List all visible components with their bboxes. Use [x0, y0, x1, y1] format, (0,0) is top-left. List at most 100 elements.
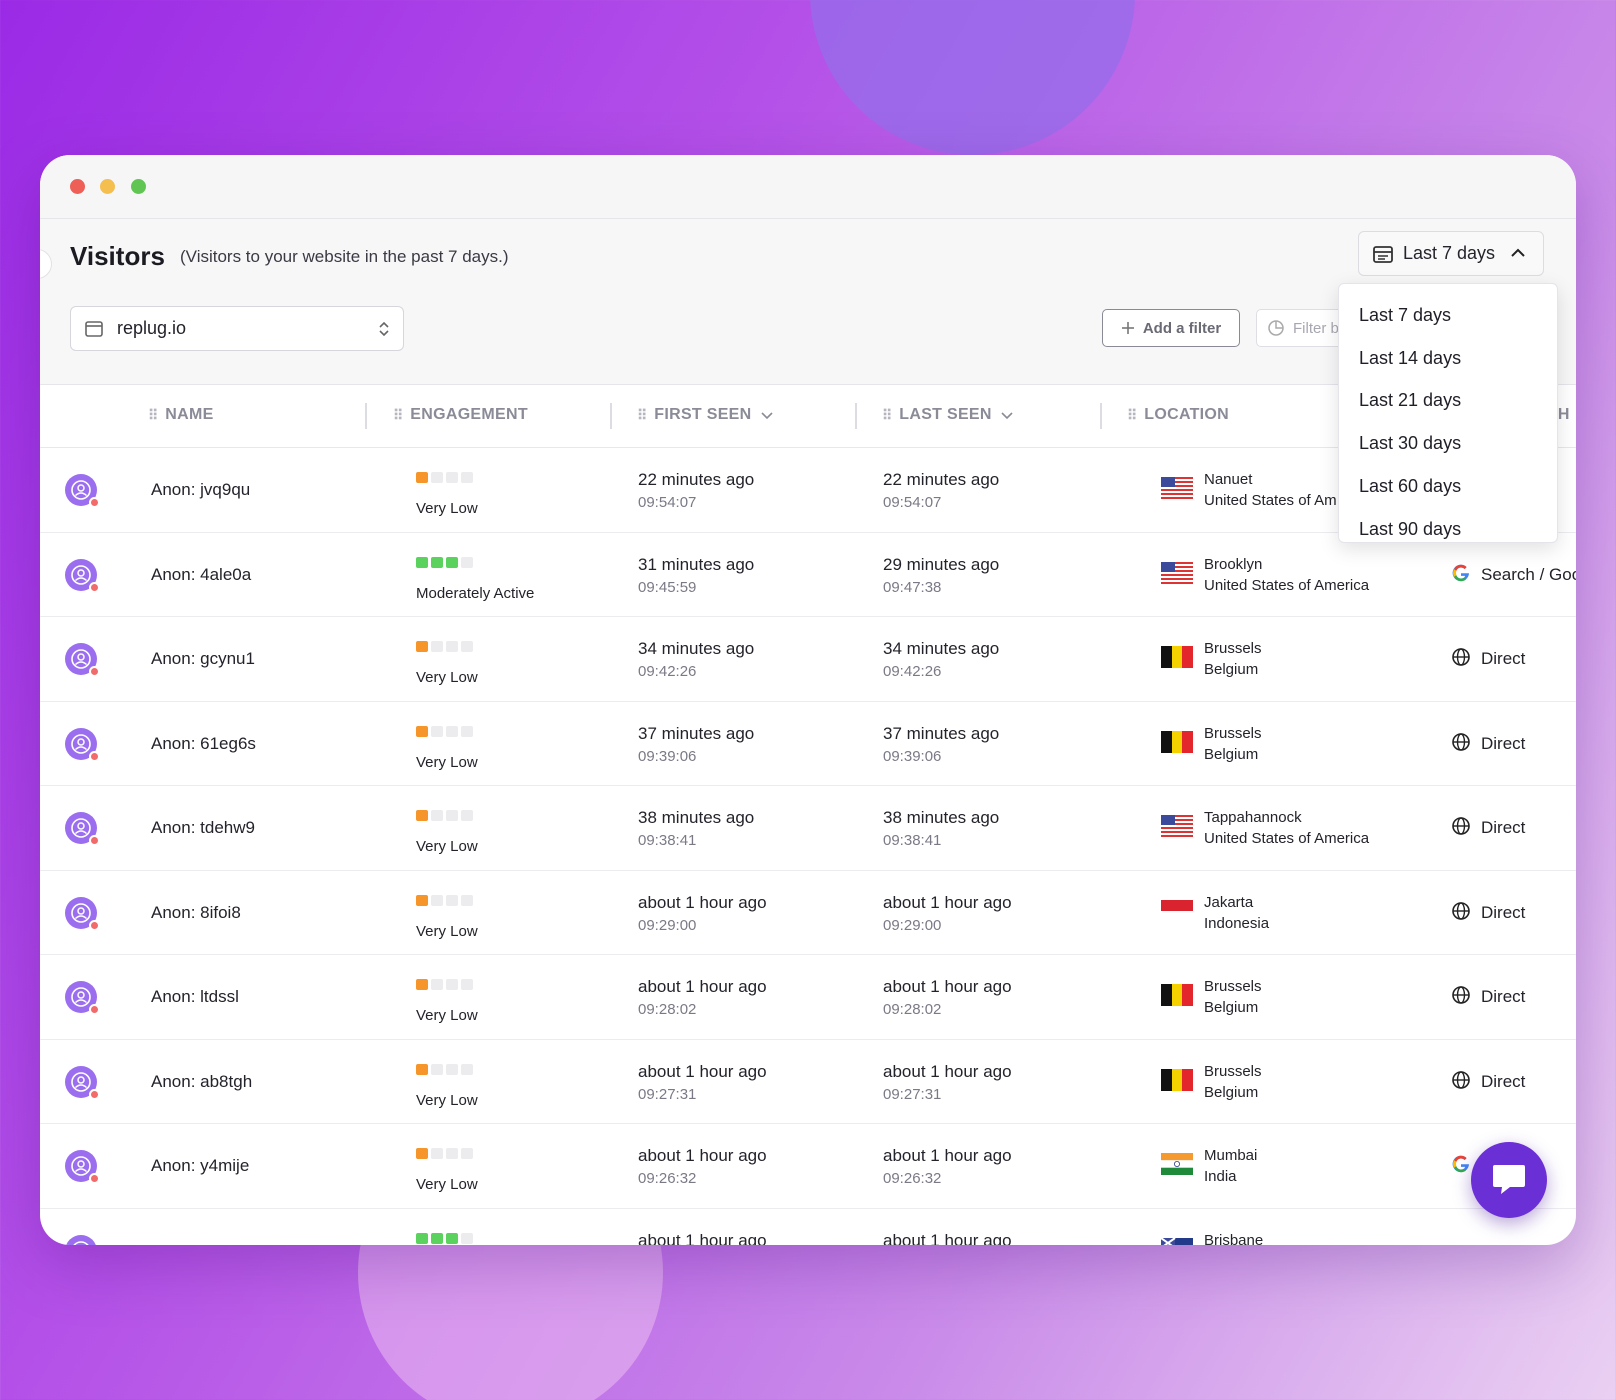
avatar[interactable] — [65, 1150, 100, 1184]
engagement-bar — [431, 556, 443, 568]
last-seen-time: 09:29:00 — [883, 916, 942, 934]
column-resize-handle[interactable] — [1100, 403, 1102, 429]
engagement-meter — [416, 810, 473, 821]
chevron-down-icon — [1001, 412, 1013, 420]
flag-be-icon — [1161, 730, 1193, 753]
last-seen-relative: 38 minutes ago — [883, 808, 1000, 827]
visitor-name[interactable]: Anon: jvq9qu — [151, 480, 250, 500]
engagement-label: Very Low — [416, 500, 478, 517]
column-header-engagement[interactable]: ⠿ ENGAGEMENT — [393, 406, 528, 424]
column-header-last-seen[interactable]: ⠿ LAST SEEN — [882, 406, 1014, 424]
engagement-bar — [446, 556, 458, 568]
location-country: United States of America — [1204, 576, 1370, 594]
website-select-value: replug.io — [117, 318, 187, 338]
last-seen-relative: about 1 hour ago — [883, 977, 1012, 996]
last-seen-time: 09:27:31 — [883, 1085, 942, 1103]
avatar[interactable] — [65, 1065, 100, 1100]
table-row[interactable]: Anon: 61eg6s Very Low 37 minutes ago 09:39:… — [40, 702, 1576, 786]
date-range-option[interactable]: Last 7 days — [1339, 294, 1557, 337]
visitor-name[interactable]: Anon: 4ale0a — [151, 565, 251, 585]
date-range-option[interactable]: Last 60 days — [1339, 465, 1557, 508]
visitor-name[interactable]: Anon: ltdssl — [151, 987, 239, 1007]
globe-icon — [1451, 816, 1471, 841]
last-seen-relative: 34 minutes ago — [883, 639, 1000, 658]
drag-handle-icon[interactable]: ⠿ — [1127, 407, 1137, 424]
column-header-first-seen[interactable]: ⠿ FIRST SEEN — [637, 406, 774, 424]
location-country: United States of America — [1204, 830, 1370, 847]
visitor-name[interactable]: Anon: tdehw9 — [151, 818, 255, 838]
engagement-bar — [446, 1063, 458, 1075]
table-row[interactable]: Anon: 8ifoi8 Very Low about 1 hour ago 09:2… — [40, 871, 1576, 955]
location-country: Belgium — [1204, 1083, 1259, 1101]
date-range-option[interactable]: Last 30 days — [1339, 422, 1557, 465]
table-row[interactable]: Anon: tdehw9 Very Low 38 minutes ago 09:38:… — [40, 786, 1576, 871]
minimize-window-button[interactable] — [100, 179, 115, 194]
table-row[interactable]: Anon: ltdssl Very Low about 1 hour ago 09:2… — [40, 955, 1576, 1040]
last-seen-relative: about 1 hour ago — [883, 892, 1012, 912]
engagement-bar — [416, 641, 428, 652]
last-seen-time: 09:26:32 — [883, 1170, 942, 1187]
visitor-name[interactable]: Anon: gcynu1 — [151, 649, 255, 669]
chat-widget-button[interactable] — [1471, 1142, 1547, 1218]
flag-us-icon — [1161, 561, 1193, 584]
status-dot — [89, 1173, 100, 1184]
table-row[interactable]: Anon: y4mije Very Low about 1 hour ago 09:2… — [40, 1124, 1576, 1209]
drag-handle-icon[interactable]: ⠿ — [393, 407, 403, 424]
visitor-name[interactable]: Anon: 8ifoi8 — [151, 903, 241, 923]
drag-handle-icon[interactable]: ⠿ — [148, 407, 158, 424]
visitor-name[interactable]: Anon: y4mije — [151, 1156, 249, 1176]
engagement-bar — [431, 810, 443, 821]
google-icon — [1451, 563, 1471, 588]
website-select[interactable]: replug.io — [70, 306, 404, 351]
engagement-label: Very Low — [416, 838, 478, 855]
last-seen-relative: about 1 hour ago — [883, 1061, 1012, 1081]
engagement-meter — [416, 979, 473, 990]
drag-handle-icon[interactable]: ⠿ — [882, 407, 892, 424]
column-header-name[interactable]: ⠿ NAME — [148, 406, 214, 424]
app-window: Visitors (Visitors to your website in th… — [40, 155, 1576, 1245]
maximize-window-button[interactable] — [131, 179, 146, 194]
page-title: Visitors — [70, 241, 165, 271]
last-seen-time: 09:28:02 — [883, 1001, 942, 1018]
column-resize-handle[interactable] — [610, 403, 612, 429]
sidebar-toggle[interactable] — [40, 249, 52, 279]
date-range-option[interactable]: Last 21 days — [1339, 380, 1557, 423]
avatar[interactable] — [65, 1234, 97, 1245]
browser-window-icon — [85, 320, 103, 337]
column-resize-handle[interactable] — [855, 403, 857, 429]
avatar[interactable] — [65, 981, 100, 1015]
visitor-name[interactable]: Anon: ab8tgh — [151, 1072, 252, 1092]
location-city: Tappahannock — [1204, 809, 1302, 826]
column-resize-handle[interactable] — [365, 403, 367, 429]
date-range-button[interactable]: Last 7 days — [1358, 231, 1544, 276]
avatar[interactable] — [65, 727, 100, 762]
visitor-name[interactable]: Anon: 61eg6s — [151, 734, 256, 754]
date-range-option[interactable]: Last 90 days — [1339, 508, 1557, 551]
first-seen-time: 09:42:26 — [638, 663, 697, 680]
first-seen-relative: 38 minutes ago — [638, 808, 755, 827]
avatar[interactable] — [65, 812, 100, 846]
table-row[interactable]: about 1 hour ago about 1 hour ago Brisbane — [40, 1209, 1576, 1245]
table-row[interactable]: Anon: ab8tgh Very Low about 1 hour ago 09:2… — [40, 1040, 1576, 1124]
first-seen-relative: about 1 hour ago — [638, 1061, 767, 1081]
engagement-bar — [431, 641, 443, 652]
avatar[interactable] — [65, 896, 100, 931]
first-seen-time: 09:45:59 — [638, 578, 697, 596]
column-header-location[interactable]: ⠿ LOCATION — [1127, 406, 1229, 424]
date-range-option[interactable]: Last 14 days — [1339, 337, 1557, 380]
engagement-bar — [431, 979, 443, 990]
avatar[interactable] — [65, 474, 100, 508]
close-window-button[interactable] — [70, 179, 85, 194]
table-row[interactable]: Anon: gcynu1 Very Low 34 minutes ago 09:42:… — [40, 617, 1576, 702]
engagement-meter — [416, 556, 473, 568]
engagement-bar — [461, 1148, 473, 1159]
location-country: United States of Am — [1204, 492, 1337, 509]
last-seen-time: 09:42:26 — [883, 663, 942, 680]
add-filter-button[interactable]: Add a filter — [1102, 309, 1240, 347]
status-dot — [89, 666, 100, 677]
drag-handle-icon[interactable]: ⠿ — [637, 407, 647, 424]
first-seen-time: 09:26:32 — [638, 1170, 697, 1187]
avatar[interactable] — [65, 643, 100, 677]
avatar[interactable] — [65, 558, 100, 593]
engagement-label: Moderately Active — [416, 584, 535, 602]
